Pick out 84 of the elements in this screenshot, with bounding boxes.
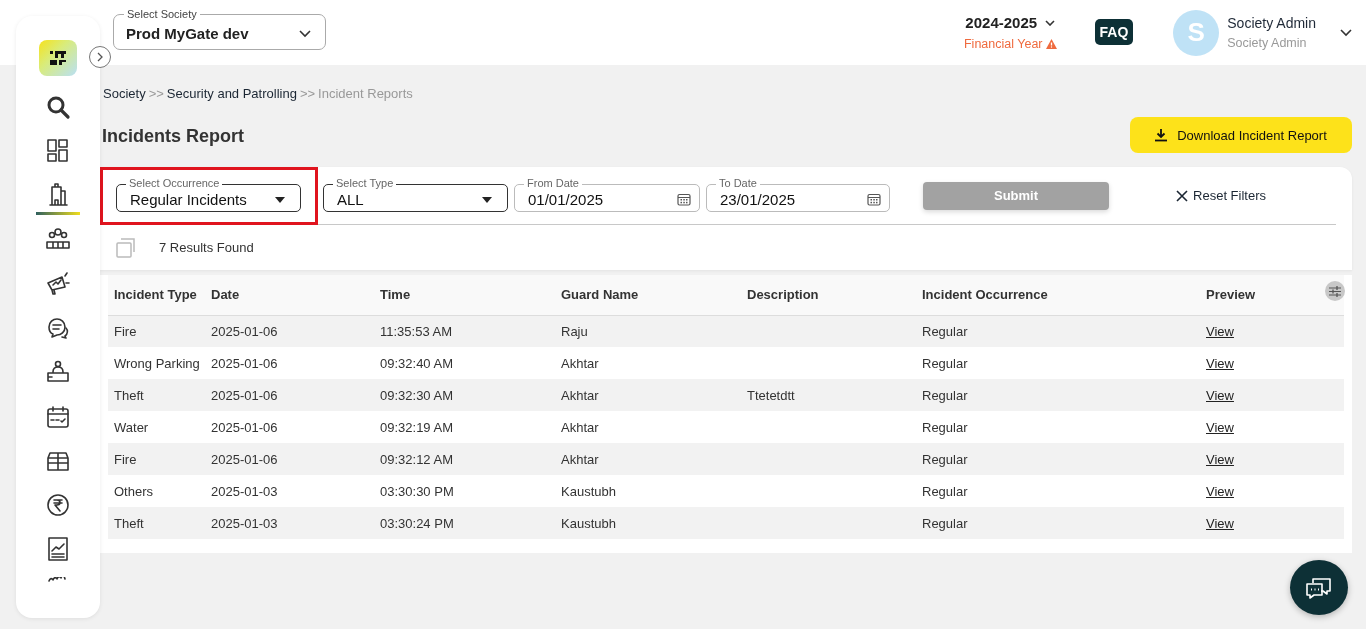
results-count: 7 Results Found	[159, 240, 254, 255]
table-cell: Kaustubh	[561, 515, 616, 531]
breadcrumb-separator: >>	[148, 86, 164, 101]
table-cell: Regular	[922, 419, 968, 435]
view-link[interactable]: View	[1206, 355, 1234, 371]
megaphone-icon	[45, 270, 71, 297]
table-cell: 03:30:24 PM	[380, 515, 454, 531]
table-cell: 09:32:30 AM	[380, 387, 453, 403]
table-cell: Regular	[922, 483, 968, 499]
breadcrumb-link[interactable]: Society	[103, 86, 146, 101]
financial-year-dropdown[interactable]: 2024-2025	[965, 14, 1056, 31]
table-cell: Theft	[114, 515, 144, 531]
dashboard-grid-icon	[45, 137, 71, 164]
column-header: Incident Occurrence	[916, 275, 1200, 315]
table-cell: Water	[114, 419, 149, 435]
view-link[interactable]: View	[1206, 515, 1234, 531]
column-header: Guard Name	[555, 275, 741, 315]
table-cell: Kaustubh	[561, 483, 616, 499]
table-cell: 2025-01-06	[211, 323, 278, 339]
download-icon	[1155, 128, 1168, 142]
download-report-button[interactable]: Download Incident Report	[1130, 117, 1352, 153]
chat-bubbles-icon	[45, 315, 71, 341]
table-cell: 2025-01-06	[211, 387, 278, 403]
column-header: Time	[374, 275, 555, 315]
warning-icon	[1045, 39, 1057, 49]
table-cell: 2025-01-06	[211, 355, 278, 371]
column-header: Incident Type	[108, 275, 205, 315]
column-header: Preview	[1200, 275, 1344, 315]
chevron-right-icon	[95, 52, 105, 62]
app-logo-icon	[39, 40, 77, 77]
view-link[interactable]: View	[1206, 483, 1234, 499]
dropdown-caret-icon	[275, 196, 285, 203]
close-icon	[1176, 189, 1189, 202]
column-header: Date	[205, 275, 374, 315]
calendar-icon	[867, 193, 881, 206]
table-cell: Akhtar	[561, 451, 599, 467]
table-cell: Regular	[922, 387, 968, 403]
table-cell: 2025-01-03	[211, 483, 278, 499]
table-cell: Fire	[114, 451, 137, 467]
table-cell: Akhtar	[561, 355, 599, 371]
table-cell: Others	[114, 483, 153, 499]
chat-button[interactable]	[1290, 560, 1348, 615]
table-cell: Akhtar	[561, 387, 599, 403]
table-cell: 09:32:12 AM	[380, 451, 453, 467]
table-cell: 2025-01-06	[211, 451, 278, 467]
view-link[interactable]: View	[1206, 419, 1234, 435]
table-cell: Regular	[922, 451, 968, 467]
breadcrumb-separator: >>	[299, 86, 316, 101]
financial-year-label: Financial Year	[963, 37, 1057, 51]
table-cell: 09:32:19 AM	[380, 419, 453, 435]
copy-icon	[116, 237, 136, 258]
table-cell: 09:32:40 AM	[380, 355, 453, 371]
breadcrumb-link[interactable]: Security and Patrolling	[166, 86, 297, 101]
user-name: Society Admin	[1227, 15, 1316, 31]
table-cell: Raju	[561, 323, 588, 339]
column-settings-icon[interactable]	[1325, 281, 1345, 301]
table-cell: Regular	[922, 355, 968, 371]
page-title: Incidents Report	[102, 126, 244, 147]
table-cell: Regular	[922, 515, 968, 531]
table-cell: Ttetetdtt	[747, 387, 795, 403]
rupee-icon	[45, 492, 71, 519]
view-link[interactable]: View	[1206, 387, 1234, 403]
table-cell: Regular	[922, 323, 968, 339]
chart-report-icon	[45, 536, 71, 563]
calendar-icon	[45, 403, 71, 430]
table-cell: 03:30:30 PM	[380, 483, 454, 499]
chevron-down-icon	[1045, 19, 1056, 26]
table-cell: 11:35:53 AM	[380, 323, 453, 339]
table-cell: Fire	[114, 323, 137, 339]
calendar-icon	[677, 193, 691, 206]
chevron-down-icon	[299, 29, 311, 38]
table-cell: Akhtar	[561, 419, 599, 435]
dropdown-caret-icon	[482, 196, 492, 203]
view-link[interactable]: View	[1206, 451, 1234, 467]
table-cell: 2025-01-03	[211, 515, 278, 531]
column-header: Description	[741, 275, 916, 315]
table-cell: 2025-01-06	[211, 419, 278, 435]
view-link[interactable]: View	[1206, 323, 1234, 339]
chevron-down-icon[interactable]	[1340, 28, 1352, 37]
table-cell: Theft	[114, 387, 144, 403]
faq-button[interactable]: FAQ	[1094, 18, 1134, 45]
user-role: Society Admin	[1227, 36, 1308, 50]
reset-filters-button[interactable]: Reset Filters	[1170, 187, 1272, 204]
table-cell: Wrong Parking	[114, 355, 200, 371]
